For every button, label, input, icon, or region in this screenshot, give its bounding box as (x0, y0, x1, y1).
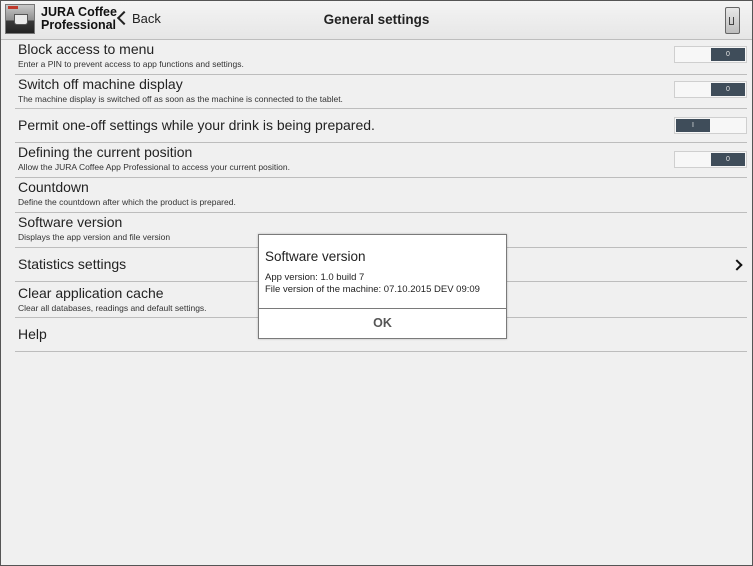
toggle-knob: I (676, 119, 710, 132)
setting-row-current-position[interactable]: Defining the current position Allow the … (15, 143, 747, 178)
app-name: JURA Coffee Professional (41, 6, 121, 32)
setting-title: Block access to menu (18, 41, 155, 57)
setting-title: Countdown (18, 179, 89, 195)
setting-description: Define the countdown after which the pro… (18, 197, 236, 207)
permit-one-off-toggle[interactable]: I (674, 117, 747, 134)
app-window: JURA Coffee Professional Back General se… (0, 0, 753, 566)
ok-button[interactable]: OK (259, 309, 506, 338)
app-name-line2: Professional (41, 18, 117, 32)
setting-title: Statistics settings (18, 256, 127, 272)
back-label: Back (132, 11, 161, 26)
jura-app-icon (5, 4, 35, 34)
setting-description: Allow the JURA Coffee App Professional t… (18, 162, 290, 172)
setting-title: Defining the current position (18, 144, 193, 160)
setting-row-permit-one-off[interactable]: Permit one-off settings while your drink… (15, 109, 747, 143)
toggle-knob: 0 (711, 153, 745, 166)
coffee-machine-icon[interactable] (725, 7, 740, 34)
setting-row-switch-off-display[interactable]: Switch off machine display The machine d… (15, 75, 747, 109)
setting-title: Permit one-off settings while your drink… (18, 117, 375, 133)
setting-description: Clear all databases, readings and defaul… (18, 303, 207, 313)
file-version-text: File version of the machine: 07.10.2015 … (265, 284, 480, 295)
setting-description: Displays the app version and file versio… (18, 232, 171, 242)
setting-title: Clear application cache (18, 285, 164, 301)
setting-title: Help (18, 326, 47, 342)
software-version-dialog: Software version App version: 1.0 build … (258, 234, 507, 339)
chevron-right-icon (731, 259, 743, 271)
back-button[interactable]: Back (116, 10, 161, 29)
setting-title: Software version (18, 214, 123, 230)
app-version-text: App version: 1.0 build 7 (265, 272, 365, 283)
setting-description: Enter a PIN to prevent access to app fun… (18, 59, 244, 69)
switch-off-display-toggle[interactable]: 0 (674, 81, 747, 98)
setting-title: Switch off machine display (18, 76, 183, 92)
navigation-bar: JURA Coffee Professional Back General se… (1, 1, 752, 40)
setting-row-countdown[interactable]: Countdown Define the countdown after whi… (15, 178, 747, 213)
block-access-toggle[interactable]: 0 (674, 46, 747, 63)
toggle-knob: 0 (711, 83, 745, 96)
dialog-title: Software version (265, 249, 366, 264)
toggle-knob: 0 (711, 48, 745, 61)
coffee-cup-shape (14, 14, 28, 25)
chevron-left-icon (116, 10, 132, 26)
logo-mark (8, 6, 18, 9)
current-position-toggle[interactable]: 0 (674, 151, 747, 168)
setting-row-block-access[interactable]: Block access to menu Enter a PIN to prev… (15, 40, 747, 75)
setting-description: The machine display is switched off as s… (18, 94, 343, 104)
